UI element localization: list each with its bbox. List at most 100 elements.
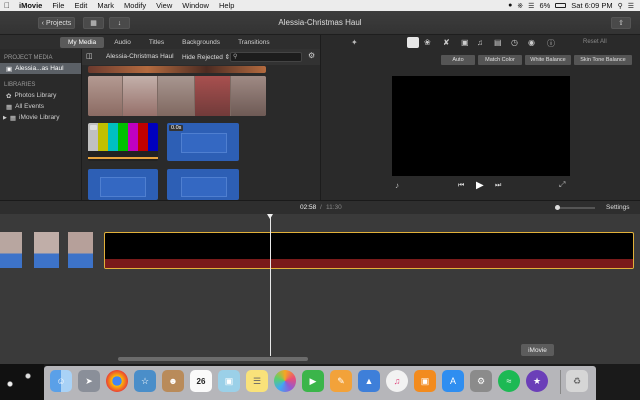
clip-blue-title[interactable]: 0.0s — [167, 123, 239, 161]
chrome-icon[interactable] — [106, 370, 128, 392]
clock[interactable]: Sat 6:09 PM — [571, 1, 612, 10]
clip-color-bars[interactable] — [88, 123, 158, 161]
bluetooth-icon[interactable]: ※ — [517, 2, 523, 10]
search-icon: ⚲ — [233, 54, 238, 60]
play-icon[interactable]: ▶ — [476, 180, 484, 191]
system-preferences-icon[interactable]: ⚙ — [470, 370, 492, 392]
clip-blue-title[interactable] — [167, 169, 239, 200]
magic-wand-icon[interactable]: ✦ — [351, 38, 358, 47]
color-bar — [108, 123, 118, 151]
timecode-separator: / — [320, 204, 322, 211]
calendar-icon[interactable]: 26 — [190, 370, 212, 392]
imovie-icon[interactable]: ★ — [526, 370, 548, 392]
keynote-icon[interactable]: ▲ — [358, 370, 380, 392]
wifi-icon[interactable]: ☰ — [528, 2, 534, 10]
color-balance-icon[interactable] — [407, 37, 419, 48]
apple-icon[interactable]:  — [0, 1, 14, 10]
notes-icon[interactable]: ☰ — [246, 370, 268, 392]
zoom-slider[interactable] — [555, 205, 595, 210]
playhead[interactable] — [267, 214, 273, 356]
imovie-screen:  iMovie File Edit Mark Modify View Wind… — [0, 0, 640, 400]
playhead-handle-icon[interactable] — [267, 214, 273, 219]
tab-titles[interactable]: Titles — [141, 37, 172, 48]
battery-percent[interactable]: 6% — [539, 1, 550, 10]
fullscreen-icon[interactable]: ⤢ — [559, 180, 565, 190]
tab-transitions[interactable]: Transitions — [230, 37, 278, 48]
menu-app-name[interactable]: iMovie — [14, 1, 47, 10]
equalizer-icon[interactable]: ▤ — [494, 38, 502, 47]
crop-icon[interactable]: ✘ — [443, 38, 450, 47]
menu-modify[interactable]: Modify — [119, 1, 151, 10]
timeline-clip-selected[interactable] — [104, 232, 634, 269]
dock-tooltip: iMovie — [521, 344, 554, 356]
skip-forward-icon[interactable]: ⏭ — [495, 182, 501, 190]
facetime-icon[interactable]: ▶ — [302, 370, 324, 392]
timeline-clip[interactable] — [34, 232, 59, 268]
menu-help[interactable]: Help — [214, 1, 239, 10]
filter-select[interactable]: Hide Rejected ⇕ — [182, 53, 230, 61]
sidebar-item-project[interactable]: ▣ Alessia...as Haul — [0, 63, 81, 74]
timeline-settings-button[interactable]: Settings — [606, 204, 630, 211]
video-preview[interactable] — [392, 76, 570, 176]
launchpad-icon[interactable]: ➤ — [78, 370, 100, 392]
palette-icon[interactable]: ❀ — [424, 38, 431, 47]
battery-icon[interactable] — [555, 3, 567, 8]
reset-all-button[interactable]: Reset All — [583, 39, 607, 45]
clip-blue-title[interactable] — [88, 169, 158, 200]
match-color-button[interactable]: Match Color — [478, 55, 522, 65]
zoom-slider-knob[interactable] — [555, 205, 560, 210]
auto-button[interactable]: Auto — [441, 55, 475, 65]
tab-audio[interactable]: Audio — [106, 37, 139, 48]
ibooks-icon[interactable]: ▣ — [414, 370, 436, 392]
disclosure-triangle-icon[interactable]: ▶ — [3, 115, 7, 121]
menu-window[interactable]: Window — [177, 1, 214, 10]
menu-mark[interactable]: Mark — [92, 1, 119, 10]
viewer-panel: ✦ ❀ ✘ ▣ ♫ ▤ ◷ ◉ ⓘ Reset All Auto Match C… — [320, 35, 640, 200]
notification-center-icon[interactable]: ☰ — [628, 2, 634, 10]
photos-icon[interactable] — [274, 370, 296, 392]
creative-cloud-icon[interactable]: ● — [508, 2, 512, 9]
white-balance-button[interactable]: White Balance — [525, 55, 571, 65]
menu-file[interactable]: File — [47, 1, 69, 10]
clip-partial-top[interactable] — [88, 66, 266, 73]
share-button[interactable]: ⇧ — [611, 17, 631, 29]
search-input[interactable]: ⚲ — [230, 52, 302, 62]
browser-title: Alessia-Christmas Haul — [106, 53, 174, 60]
volume-icon[interactable]: ♫ — [477, 38, 483, 47]
app-store-icon[interactable]: A — [442, 370, 464, 392]
stabilization-icon[interactable]: ▣ — [461, 38, 469, 47]
pages-icon[interactable]: ✎ — [330, 370, 352, 392]
contacts-icon[interactable]: ☻ — [162, 370, 184, 392]
preview-icon[interactable]: ☆ — [134, 370, 156, 392]
finder-icon[interactable]: ☺ — [50, 370, 72, 392]
speed-icon[interactable]: ◷ — [511, 38, 518, 47]
sidebar-item-photos-library[interactable]: ✿ Photos Library — [0, 90, 81, 101]
sidebar-toggle-icon[interactable]: ◫ — [86, 52, 93, 60]
color-bar — [118, 123, 128, 151]
filter-icon[interactable]: ◉ — [528, 38, 535, 47]
trash-icon[interactable]: ♻ — [566, 370, 588, 392]
tab-my-media[interactable]: My Media — [60, 37, 105, 48]
clip-filmstrip[interactable] — [88, 76, 266, 116]
timeline[interactable] — [0, 214, 640, 364]
menu-edit[interactable]: Edit — [69, 1, 92, 10]
dock-divider — [560, 370, 561, 394]
timeline-clip[interactable] — [68, 232, 93, 268]
info-icon[interactable]: ⓘ — [547, 38, 555, 49]
timeline-clip[interactable] — [0, 232, 22, 268]
sidebar-item-all-events[interactable]: ▦ All Events — [0, 101, 81, 112]
menu-view[interactable]: View — [151, 1, 177, 10]
dock: ☺ ➤ ☆ ☻ 26 ▣ ☰ ▶ ✎ ▲ ♫ ▣ A ⚙ ≈ ★ ♻ — [0, 364, 640, 400]
microphone-icon[interactable]: ♪ — [395, 181, 399, 190]
timeline-scrollbar[interactable] — [118, 357, 308, 361]
skin-tone-balance-button[interactable]: Skin Tone Balance — [574, 55, 632, 65]
tab-backgrounds[interactable]: Backgrounds — [174, 37, 228, 48]
sidebar-item-imovie-library[interactable]: ▶ ▦ iMovie Library — [0, 112, 81, 123]
photos-booth-icon[interactable]: ▣ — [218, 370, 240, 392]
settings-gear-icon[interactable]: ⚙ — [308, 51, 315, 60]
spotify-icon[interactable]: ≈ — [498, 370, 520, 392]
spotlight-icon[interactable]: ⚲ — [618, 2, 623, 10]
itunes-icon[interactable]: ♫ — [386, 370, 408, 392]
clip-frame — [88, 76, 122, 116]
skip-back-icon[interactable]: ⏮ — [458, 182, 464, 190]
